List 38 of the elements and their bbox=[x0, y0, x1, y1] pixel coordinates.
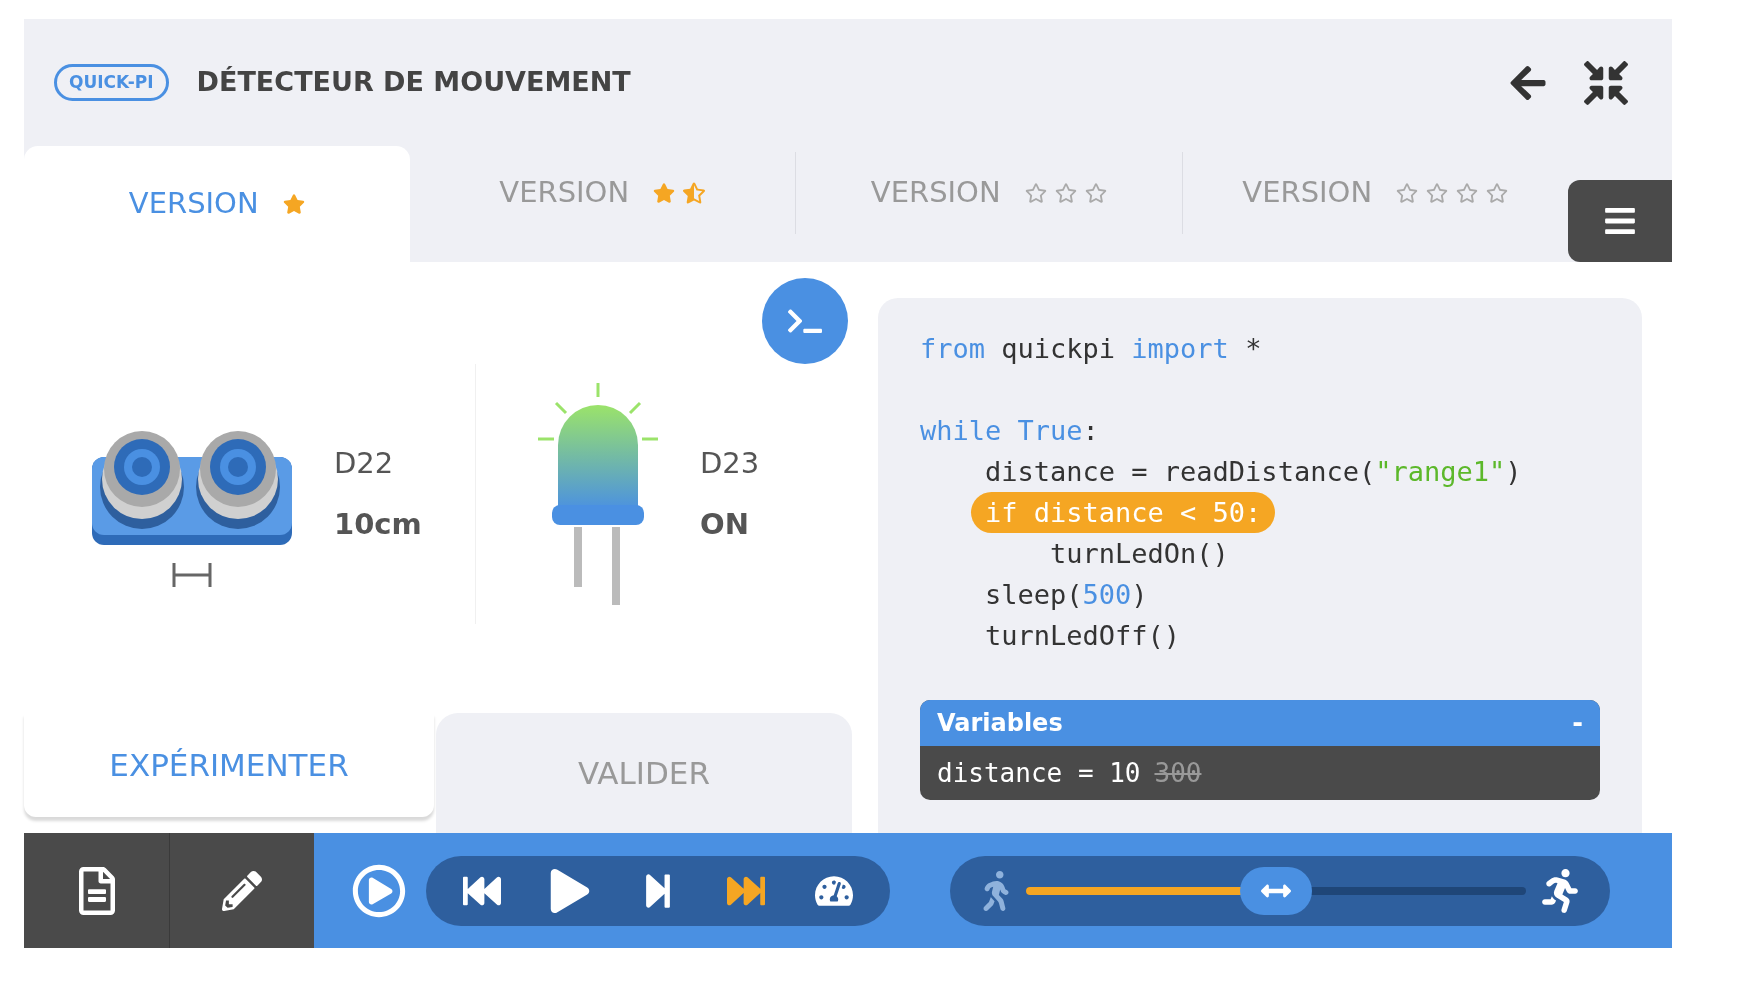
port-label: D22 bbox=[334, 444, 395, 482]
mode-tab[interactable]: VALIDER bbox=[436, 713, 852, 833]
star-outline-icon bbox=[1426, 182, 1449, 204]
slider-thumb[interactable] bbox=[1240, 866, 1312, 915]
variable-value: distance = 10 bbox=[937, 756, 1141, 790]
sensor-value: 10cm bbox=[334, 506, 422, 543]
pencil-icon bbox=[222, 870, 262, 911]
collapse-button[interactable]: - bbox=[1572, 703, 1583, 743]
code-line: turnLedOn() bbox=[1049, 537, 1230, 571]
menu-button[interactable] bbox=[1568, 180, 1672, 262]
variables-title: Variables bbox=[937, 708, 1063, 739]
mode-tab[interactable]: EXPÉRIMENTER bbox=[24, 713, 434, 817]
port-label: D23 bbox=[700, 444, 760, 482]
star-outline-icon bbox=[1024, 182, 1047, 204]
run-button[interactable] bbox=[352, 863, 406, 918]
star-icon bbox=[653, 182, 676, 204]
star-icon bbox=[282, 193, 305, 215]
star-outline-icon bbox=[1054, 182, 1077, 204]
ruler-icon bbox=[172, 561, 212, 589]
version-tab[interactable]: VERSION bbox=[1181, 152, 1568, 234]
star-outline-icon bbox=[1456, 182, 1479, 204]
code-line: from quickpi import * bbox=[919, 332, 1263, 366]
code-line: distance = readDistance("range1") bbox=[984, 455, 1523, 489]
page-title: DÉTECTEUR DE MOUVEMENT bbox=[196, 65, 631, 100]
star-outline-icon bbox=[1486, 182, 1509, 204]
star-outline-icon bbox=[1084, 182, 1107, 204]
version-tab[interactable]: VERSION bbox=[24, 146, 410, 262]
code-line: turnLedOff() bbox=[984, 619, 1182, 653]
version-tab[interactable]: VERSION bbox=[795, 152, 1182, 234]
previous-value: 300 bbox=[1154, 756, 1202, 790]
half-star-icon bbox=[683, 182, 706, 204]
star-outline-icon bbox=[1396, 182, 1419, 204]
code-line: sleep(500) bbox=[984, 578, 1149, 612]
version-tab[interactable]: VERSION bbox=[409, 152, 795, 234]
sensor-value: ON bbox=[700, 506, 750, 543]
play-icon bbox=[548, 868, 592, 913]
code-line: while True: bbox=[919, 414, 1100, 448]
app-logo: QUICK-PI bbox=[54, 63, 169, 102]
